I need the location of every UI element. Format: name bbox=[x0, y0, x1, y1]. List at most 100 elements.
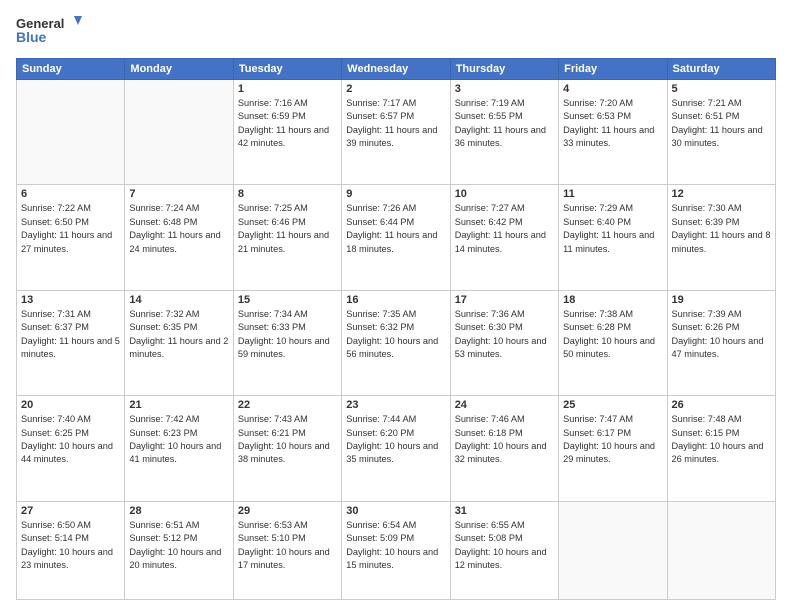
weekday-header: Wednesday bbox=[342, 59, 450, 80]
calendar-cell bbox=[125, 80, 233, 185]
day-info: Sunrise: 7:43 AMSunset: 6:21 PMDaylight:… bbox=[238, 413, 337, 466]
calendar-cell: 24 Sunrise: 7:46 AMSunset: 6:18 PMDayligh… bbox=[450, 396, 558, 501]
weekday-header: Saturday bbox=[667, 59, 775, 80]
day-number: 23 bbox=[346, 399, 445, 411]
day-number: 4 bbox=[563, 83, 662, 95]
calendar-cell: 28 Sunrise: 6:51 AMSunset: 5:12 PMDayligh… bbox=[125, 501, 233, 599]
day-info: Sunrise: 7:47 AMSunset: 6:17 PMDaylight:… bbox=[563, 413, 662, 466]
day-info: Sunrise: 7:39 AMSunset: 6:26 PMDaylight:… bbox=[672, 308, 771, 361]
calendar-cell: 6Sunrise: 7:22 AMSunset: 6:50 PMDaylight… bbox=[17, 185, 125, 290]
day-info: Sunrise: 6:54 AMSunset: 5:09 PMDaylight:… bbox=[346, 519, 445, 572]
day-number: 17 bbox=[455, 294, 554, 306]
calendar-cell: 1 Sunrise: 7:16 AMSunset: 6:59 PMDaylight… bbox=[233, 80, 341, 185]
calendar-cell: 16 Sunrise: 7:35 AMSunset: 6:32 PMDayligh… bbox=[342, 290, 450, 395]
calendar-cell: 13 Sunrise: 7:31 AMSunset: 6:37 PMDayligh… bbox=[17, 290, 125, 395]
calendar-cell: 14 Sunrise: 7:32 AMSunset: 6:35 PMDayligh… bbox=[125, 290, 233, 395]
day-info: Sunrise: 7:21 AMSunset: 6:51 PMDaylight:… bbox=[672, 97, 771, 150]
day-number: 10 bbox=[455, 188, 554, 200]
weekday-header: Sunday bbox=[17, 59, 125, 80]
day-info: Sunrise: 7:17 AMSunset: 6:57 PMDaylight:… bbox=[346, 97, 445, 150]
day-info: Sunrise: 7:27 AMSunset: 6:42 PMDaylight:… bbox=[455, 202, 554, 255]
day-number: 11 bbox=[563, 188, 662, 200]
day-number: 29 bbox=[238, 505, 337, 517]
day-number: 7 bbox=[129, 188, 228, 200]
calendar-cell: 3 Sunrise: 7:19 AMSunset: 6:55 PMDaylight… bbox=[450, 80, 558, 185]
day-number: 3 bbox=[455, 83, 554, 95]
svg-text:Blue: Blue bbox=[16, 29, 47, 45]
weekday-header: Friday bbox=[559, 59, 667, 80]
weekday-header: Monday bbox=[125, 59, 233, 80]
calendar-cell: 27 Sunrise: 6:50 AMSunset: 5:14 PMDayligh… bbox=[17, 501, 125, 599]
calendar-week-row: 20 Sunrise: 7:40 AMSunset: 6:25 PMDayligh… bbox=[17, 396, 776, 501]
day-number: 8 bbox=[238, 188, 337, 200]
day-number: 5 bbox=[672, 83, 771, 95]
calendar-cell bbox=[559, 501, 667, 599]
calendar-cell: 25 Sunrise: 7:47 AMSunset: 6:17 PMDayligh… bbox=[559, 396, 667, 501]
day-info: Sunrise: 7:46 AMSunset: 6:18 PMDaylight:… bbox=[455, 413, 554, 466]
day-number: 9 bbox=[346, 188, 445, 200]
calendar-cell: 23 Sunrise: 7:44 AMSunset: 6:20 PMDayligh… bbox=[342, 396, 450, 501]
day-info: Sunrise: 7:35 AMSunset: 6:32 PMDaylight:… bbox=[346, 308, 445, 361]
calendar-table: SundayMondayTuesdayWednesdayThursdayFrid… bbox=[16, 58, 776, 600]
calendar-cell: 15Sunrise: 7:34 AMSunset: 6:33 PMDayligh… bbox=[233, 290, 341, 395]
calendar-cell: 31 Sunrise: 6:55 AMSunset: 5:08 PMDayligh… bbox=[450, 501, 558, 599]
calendar-cell: 11 Sunrise: 7:29 AMSunset: 6:40 PMDayligh… bbox=[559, 185, 667, 290]
calendar-cell: 7 Sunrise: 7:24 AMSunset: 6:48 PMDaylight… bbox=[125, 185, 233, 290]
day-info: Sunrise: 7:38 AMSunset: 6:28 PMDaylight:… bbox=[563, 308, 662, 361]
day-number: 13 bbox=[21, 294, 120, 306]
day-info: Sunrise: 7:20 AMSunset: 6:53 PMDaylight:… bbox=[563, 97, 662, 150]
day-info: Sunrise: 6:55 AMSunset: 5:08 PMDaylight:… bbox=[455, 519, 554, 572]
day-number: 16 bbox=[346, 294, 445, 306]
header: General Blue bbox=[16, 12, 776, 50]
calendar-cell: 30Sunrise: 6:54 AMSunset: 5:09 PMDayligh… bbox=[342, 501, 450, 599]
weekday-header: Tuesday bbox=[233, 59, 341, 80]
day-number: 28 bbox=[129, 505, 228, 517]
day-info: Sunrise: 7:25 AMSunset: 6:46 PMDaylight:… bbox=[238, 202, 337, 255]
calendar-week-row: 6Sunrise: 7:22 AMSunset: 6:50 PMDaylight… bbox=[17, 185, 776, 290]
day-number: 12 bbox=[672, 188, 771, 200]
day-info: Sunrise: 7:29 AMSunset: 6:40 PMDaylight:… bbox=[563, 202, 662, 255]
page: General Blue SundayMondayTuesdayWednesda… bbox=[0, 0, 792, 612]
calendar-cell: 5 Sunrise: 7:21 AMSunset: 6:51 PMDaylight… bbox=[667, 80, 775, 185]
calendar-cell: 18 Sunrise: 7:38 AMSunset: 6:28 PMDayligh… bbox=[559, 290, 667, 395]
weekday-header: Thursday bbox=[450, 59, 558, 80]
day-info: Sunrise: 7:31 AMSunset: 6:37 PMDaylight:… bbox=[21, 308, 120, 361]
calendar-cell: 17 Sunrise: 7:36 AMSunset: 6:30 PMDayligh… bbox=[450, 290, 558, 395]
day-info: Sunrise: 7:30 AMSunset: 6:39 PMDaylight:… bbox=[672, 202, 771, 255]
logo: General Blue bbox=[16, 12, 86, 50]
day-number: 20 bbox=[21, 399, 120, 411]
calendar-cell: 20 Sunrise: 7:40 AMSunset: 6:25 PMDayligh… bbox=[17, 396, 125, 501]
day-info: Sunrise: 7:19 AMSunset: 6:55 PMDaylight:… bbox=[455, 97, 554, 150]
day-info: Sunrise: 6:50 AMSunset: 5:14 PMDaylight:… bbox=[21, 519, 120, 572]
logo-svg: General Blue bbox=[16, 12, 86, 50]
day-number: 6 bbox=[21, 188, 120, 200]
day-info: Sunrise: 7:32 AMSunset: 6:35 PMDaylight:… bbox=[129, 308, 228, 361]
day-info: Sunrise: 7:24 AMSunset: 6:48 PMDaylight:… bbox=[129, 202, 228, 255]
day-number: 21 bbox=[129, 399, 228, 411]
day-info: Sunrise: 6:51 AMSunset: 5:12 PMDaylight:… bbox=[129, 519, 228, 572]
calendar-cell bbox=[17, 80, 125, 185]
calendar-cell: 22Sunrise: 7:43 AMSunset: 6:21 PMDayligh… bbox=[233, 396, 341, 501]
day-number: 18 bbox=[563, 294, 662, 306]
day-number: 14 bbox=[129, 294, 228, 306]
day-number: 25 bbox=[563, 399, 662, 411]
day-number: 24 bbox=[455, 399, 554, 411]
calendar-week-row: 13 Sunrise: 7:31 AMSunset: 6:37 PMDayligh… bbox=[17, 290, 776, 395]
calendar-cell: 2 Sunrise: 7:17 AMSunset: 6:57 PMDaylight… bbox=[342, 80, 450, 185]
day-number: 26 bbox=[672, 399, 771, 411]
day-info: Sunrise: 7:34 AMSunset: 6:33 PMDaylight:… bbox=[238, 308, 337, 361]
day-info: Sunrise: 7:42 AMSunset: 6:23 PMDaylight:… bbox=[129, 413, 228, 466]
day-number: 1 bbox=[238, 83, 337, 95]
calendar-week-row: 1 Sunrise: 7:16 AMSunset: 6:59 PMDaylight… bbox=[17, 80, 776, 185]
day-info: Sunrise: 7:36 AMSunset: 6:30 PMDaylight:… bbox=[455, 308, 554, 361]
calendar-cell: 19Sunrise: 7:39 AMSunset: 6:26 PMDayligh… bbox=[667, 290, 775, 395]
day-info: Sunrise: 7:40 AMSunset: 6:25 PMDaylight:… bbox=[21, 413, 120, 466]
calendar-cell: 8 Sunrise: 7:25 AMSunset: 6:46 PMDaylight… bbox=[233, 185, 341, 290]
calendar-cell: 21 Sunrise: 7:42 AMSunset: 6:23 PMDayligh… bbox=[125, 396, 233, 501]
day-number: 27 bbox=[21, 505, 120, 517]
day-info: Sunrise: 7:26 AMSunset: 6:44 PMDaylight:… bbox=[346, 202, 445, 255]
day-info: Sunrise: 7:44 AMSunset: 6:20 PMDaylight:… bbox=[346, 413, 445, 466]
day-number: 2 bbox=[346, 83, 445, 95]
day-number: 31 bbox=[455, 505, 554, 517]
day-info: Sunrise: 7:16 AMSunset: 6:59 PMDaylight:… bbox=[238, 97, 337, 150]
